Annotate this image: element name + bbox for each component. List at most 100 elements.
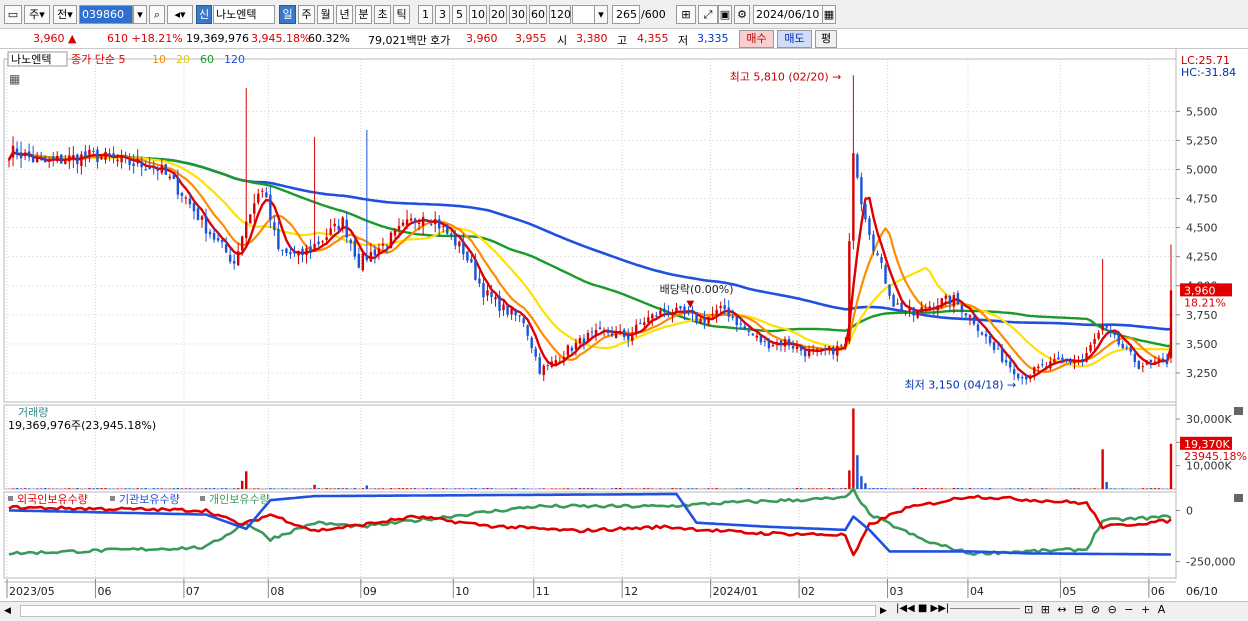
candle-body [265,192,268,198]
zoom-tool-icons[interactable]: ⊡ ⊞ ↔ ⊟ ⊘ ⊖ − + A [1024,603,1167,616]
candle-body [289,252,292,255]
candle-body [39,158,43,160]
settings-grid-icon[interactable]: ⊞ [676,5,696,24]
period-4-button[interactable]: 분 [355,5,372,24]
holding-legend-marker [8,496,13,501]
volume-bar [281,488,284,489]
candle-body [31,155,35,163]
interval-120-button[interactable]: 120 [549,5,571,24]
interval-60-button[interactable]: 60 [529,5,547,24]
candle-body [325,237,328,240]
volume-bar [876,488,879,489]
buy-button[interactable]: 매수 [739,30,774,48]
candle-body [522,318,525,324]
candle-body [924,308,927,310]
scroll-track[interactable] [20,605,876,617]
volume-bar [566,488,570,489]
volume-bar [1093,488,1096,489]
candle-body [622,329,626,338]
candle-body [856,154,859,178]
search-icon[interactable]: ⌕ [149,5,165,24]
save-icon[interactable]: ▣ [718,5,732,24]
prev-select[interactable]: 전▾ [53,5,77,24]
candle-body [976,324,980,331]
price-tick-label: 5,250 [1186,134,1218,147]
market-label: 주 [29,8,40,21]
sell-button[interactable]: 매도 [777,30,812,48]
high-value: 4,355 [637,32,669,45]
interval-5-button[interactable]: 5 [452,5,467,24]
candle-body [261,190,264,192]
candle-body [76,154,79,165]
candle-body [836,345,839,356]
stock-code-input[interactable]: 039860 [79,5,133,24]
candle-body [751,333,755,336]
period-0-button[interactable]: 일 [279,5,296,24]
volume-bar [68,488,71,489]
interval-1-button[interactable]: 1 [418,5,433,24]
candle-body [510,308,513,315]
candle-body [1137,361,1141,369]
holding-legend-marker [110,496,115,501]
volume-value: 19,369,976 [186,32,249,45]
bid1-value: 3,960 [466,32,498,45]
volume-bar [232,488,236,489]
candle-body [936,305,939,311]
window-menu-icon[interactable]: ▭ [4,5,22,24]
candle-body [671,314,674,316]
interval-20-button[interactable]: 20 [489,5,507,24]
low-value: 3,335 [697,32,729,45]
volume-bar [671,488,674,489]
zoom-track[interactable] [950,608,1020,614]
period-6-button[interactable]: 틱 [393,5,410,24]
stock-name-field[interactable]: 나노엔텍 [213,5,275,24]
volume-bar [868,488,871,489]
volume-bar [972,488,976,489]
interval-dropdown-icon[interactable]: ▾ [594,5,608,24]
interval-3-button[interactable]: 3 [435,5,450,24]
candle-body [1109,329,1112,333]
code-dropdown-icon[interactable]: ▾ [133,5,147,24]
candle-body [795,346,799,349]
date-input[interactable]: 2024/06/10 [753,5,823,24]
candle-body [940,298,944,305]
candle-body [715,309,718,316]
candle-body [832,347,835,355]
candle-body [506,304,509,315]
period-5-button[interactable]: 초 [374,5,391,24]
period-2-button[interactable]: 월 [317,5,334,24]
candle-body [96,149,99,162]
calendar-icon[interactable]: ▦ [822,5,836,24]
candle-body [1097,332,1100,339]
x-tick-label: 04 [970,585,984,598]
period-1-button[interactable]: 주 [298,5,315,24]
bid-label: 호가 [430,34,451,47]
candle-body [204,215,208,234]
count-input[interactable]: 265 [612,5,640,24]
volume-bar [631,488,634,489]
candle-body [586,332,590,343]
volume-bar [526,488,529,489]
gear-icon[interactable]: ⚙ [734,5,750,24]
candle-body [446,224,449,234]
candle-body [349,239,352,244]
market-select[interactable]: 주▾ [24,5,50,24]
volume-bar [1113,488,1116,489]
high-label: 고 [617,34,628,47]
candle-body [281,249,284,251]
indicator-icon[interactable]: ⤢ [698,5,718,24]
candle-body [803,349,807,357]
sound-icon[interactable]: ◂▾ [167,5,193,24]
candle-body [253,203,256,214]
period-3-button[interactable]: 년 [336,5,353,24]
x-tick-label: 09 [363,585,377,598]
interval-30-button[interactable]: 30 [509,5,527,24]
volume-bar [643,488,646,489]
scroll-right-icon[interactable]: ▶ [880,604,894,618]
volume-bar [1125,488,1128,489]
playback-icons[interactable]: |◀◀ ■ ▶▶| [896,603,949,614]
candle-body [920,307,923,313]
interval-10-button[interactable]: 10 [469,5,487,24]
eval-button[interactable]: 평 [815,30,837,48]
scroll-left-icon[interactable]: ◀ [4,604,18,618]
